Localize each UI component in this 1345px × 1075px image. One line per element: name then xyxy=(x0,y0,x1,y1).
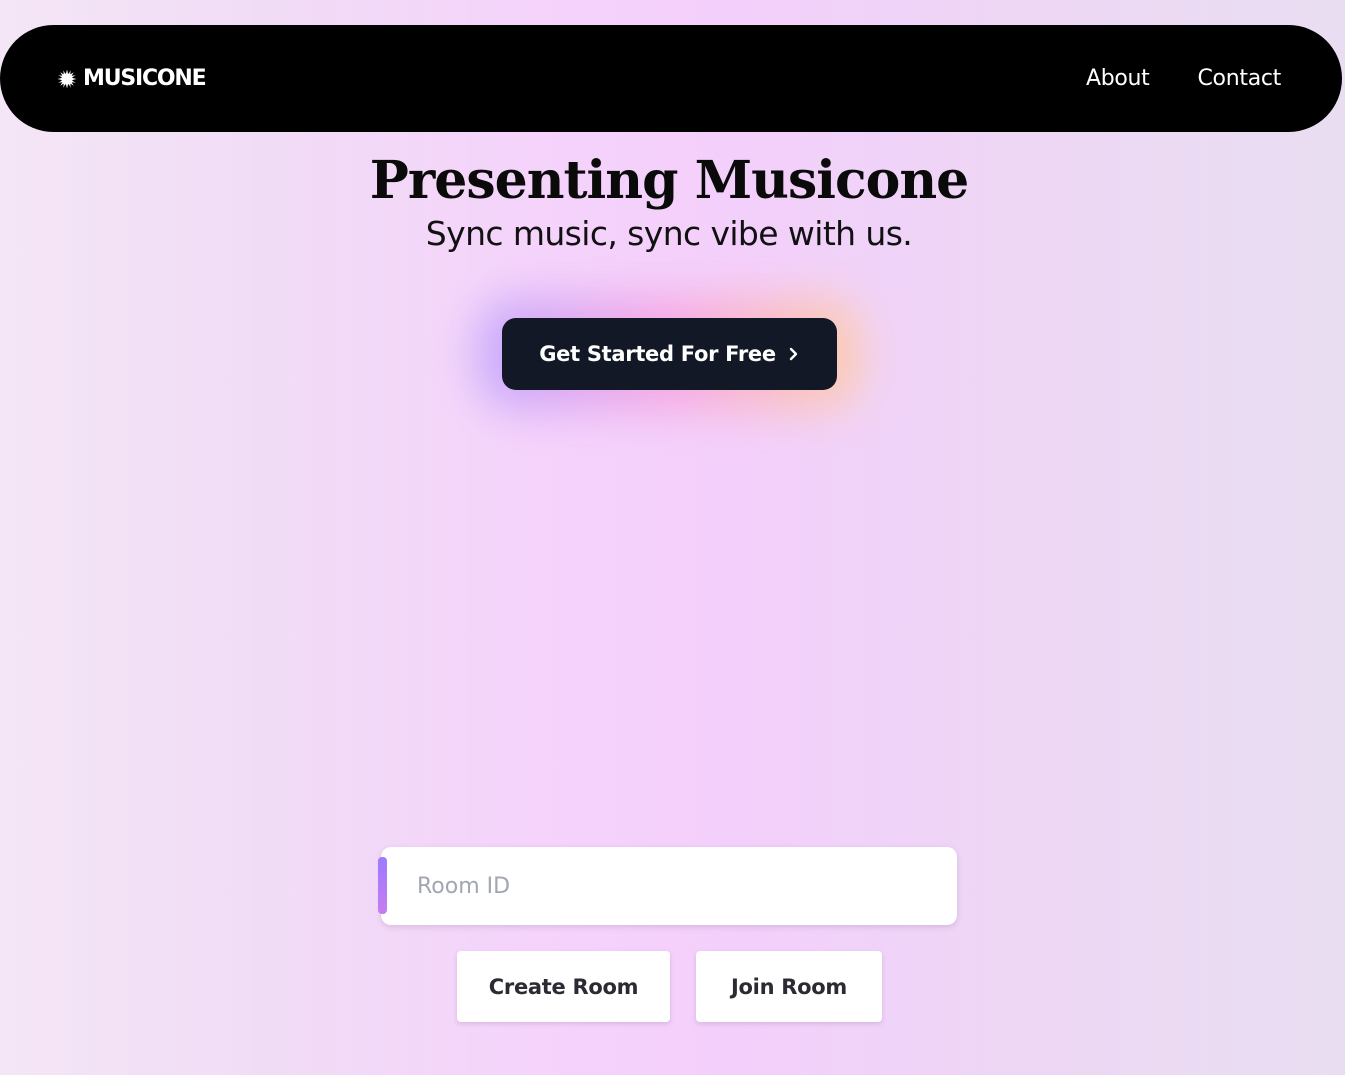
join-room-button[interactable]: Join Room xyxy=(696,951,882,1022)
hero-title: Presenting Musicone xyxy=(369,150,969,211)
brand-name: MUSICONE xyxy=(83,66,207,91)
create-room-button[interactable]: Create Room xyxy=(457,951,670,1022)
get-started-button[interactable]: Get Started For Free xyxy=(502,318,837,390)
nav-links: About Contact xyxy=(1086,66,1281,91)
chevron-right-icon xyxy=(789,347,797,361)
room-id-field xyxy=(381,847,957,925)
get-started-label: Get Started For Free xyxy=(539,342,776,366)
room-id-input[interactable] xyxy=(381,847,957,925)
hero-subtitle: Sync music, sync vibe with us. xyxy=(425,214,913,253)
navbar: MUSICONE About Contact xyxy=(0,25,1342,132)
sparkle-logo-icon xyxy=(57,69,77,88)
brand-logo[interactable]: MUSICONE xyxy=(57,66,207,91)
room-input-accent-bar xyxy=(378,857,387,914)
nav-link-contact[interactable]: Contact xyxy=(1198,66,1282,91)
nav-link-about[interactable]: About xyxy=(1086,66,1150,91)
